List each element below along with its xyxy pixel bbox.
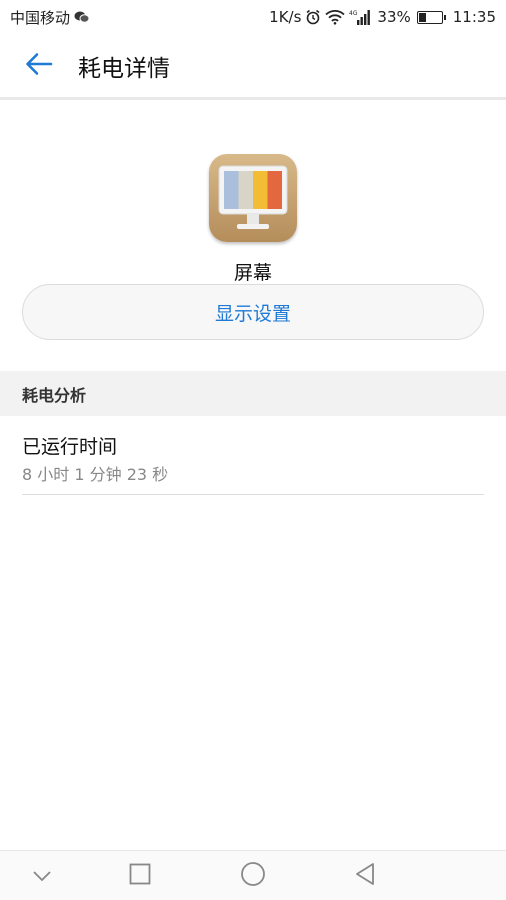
display-settings-button[interactable]: 显示设置	[22, 284, 484, 340]
battery-icon	[416, 10, 446, 24]
battery-percent: 33%	[377, 8, 411, 26]
battery-fill	[418, 12, 426, 22]
display-icon	[209, 154, 297, 242]
page-title: 耗电详情	[78, 55, 170, 82]
status-left: 中国移动	[10, 7, 90, 28]
chevron-down-icon	[32, 867, 52, 886]
app-bar: 耗电详情	[0, 34, 506, 100]
wifi-icon	[325, 9, 346, 25]
recents-button[interactable]	[110, 851, 170, 900]
status-right: 1K/s 4G 33% 11:35	[269, 8, 496, 26]
app-name: 屏幕	[233, 262, 272, 284]
wechat-icon	[74, 10, 90, 24]
circle-icon	[240, 861, 266, 891]
list-item-runtime: 已运行时间 8 小时 1 分钟 23 秒	[22, 416, 484, 495]
nav-back-button[interactable]	[335, 851, 395, 900]
back-button[interactable]	[0, 33, 78, 99]
carrier-name: 中国移动	[10, 8, 71, 27]
clock: 11:35	[452, 8, 496, 26]
section-header-power-analysis: 耗电分析	[0, 371, 506, 416]
status-bar: 中国移动 1K/s 4G 33% 11:35	[0, 0, 506, 34]
alarm-icon	[305, 9, 321, 25]
square-icon	[129, 863, 151, 889]
runtime-label: 已运行时间	[22, 436, 118, 458]
home-button[interactable]	[223, 851, 283, 900]
collapse-button[interactable]	[12, 851, 72, 900]
runtime-value: 8 小时 1 分钟 23 秒	[22, 465, 169, 484]
network-speed: 1K/s	[269, 8, 302, 26]
signal-icon: 4G	[349, 9, 373, 26]
triangle-back-icon	[354, 862, 376, 890]
network-type-label: 4G	[349, 10, 358, 17]
navigation-bar	[0, 850, 506, 900]
arrow-left-icon	[25, 52, 53, 80]
